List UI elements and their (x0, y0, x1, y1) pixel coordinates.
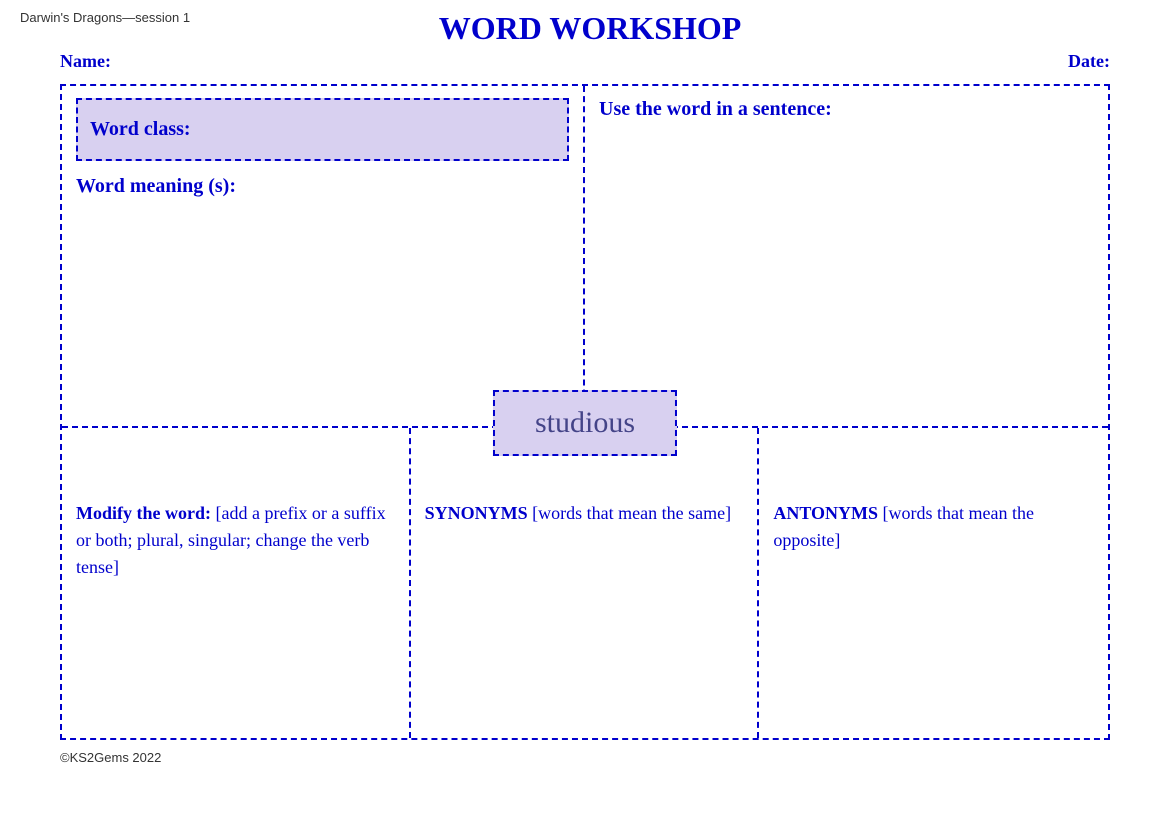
date-label: Date: (1068, 51, 1110, 72)
right-panel: Use the word in a sentence: (585, 86, 1108, 426)
center-word-container: studious (493, 390, 677, 456)
word-meaning-section: Word meaning (s): (76, 175, 569, 198)
synonyms-label: SYNONYMS [words that mean the same] (425, 500, 744, 527)
app-title: Darwin's Dragons—session 1 (20, 10, 190, 25)
use-in-sentence-label: Use the word in a sentence: (599, 98, 832, 120)
synonyms-panel: SYNONYMS [words that mean the same] (411, 428, 760, 738)
antonyms-bold: ANTONYMS (773, 503, 878, 523)
word-class-box: Word class: (76, 98, 569, 161)
name-label: Name: (60, 51, 111, 72)
footer: ©KS2Gems 2022 (20, 750, 1150, 765)
main-grid: Word class: Word meaning (s): Use the wo… (60, 84, 1110, 740)
modify-panel: Modify the word: [add a prefix or a suff… (62, 428, 411, 738)
modify-label: Modify the word: [add a prefix or a suff… (76, 500, 395, 581)
center-word-box: studious (493, 390, 677, 456)
antonyms-panel: ANTONYMS [words that mean the opposite] (759, 428, 1108, 738)
header-bar: Darwin's Dragons—session 1 WORD WORKSHOP (20, 10, 1150, 47)
synonyms-bold: SYNONYMS (425, 503, 528, 523)
page-title: WORD WORKSHOP (190, 10, 990, 47)
footer-text: ©KS2Gems 2022 (60, 750, 161, 765)
word-class-label: Word class: (90, 118, 191, 140)
bottom-section: Modify the word: [add a prefix or a suff… (62, 428, 1108, 738)
antonyms-label: ANTONYMS [words that mean the opposite] (773, 500, 1094, 554)
synonyms-normal: [words that mean the same] (528, 503, 731, 523)
top-section: Word class: Word meaning (s): Use the wo… (62, 86, 1108, 428)
word-meaning-label: Word meaning (s): (76, 175, 236, 197)
name-date-row: Name: Date: (20, 51, 1150, 72)
left-panel: Word class: Word meaning (s): (62, 86, 585, 426)
modify-bold: Modify the word: (76, 503, 211, 523)
